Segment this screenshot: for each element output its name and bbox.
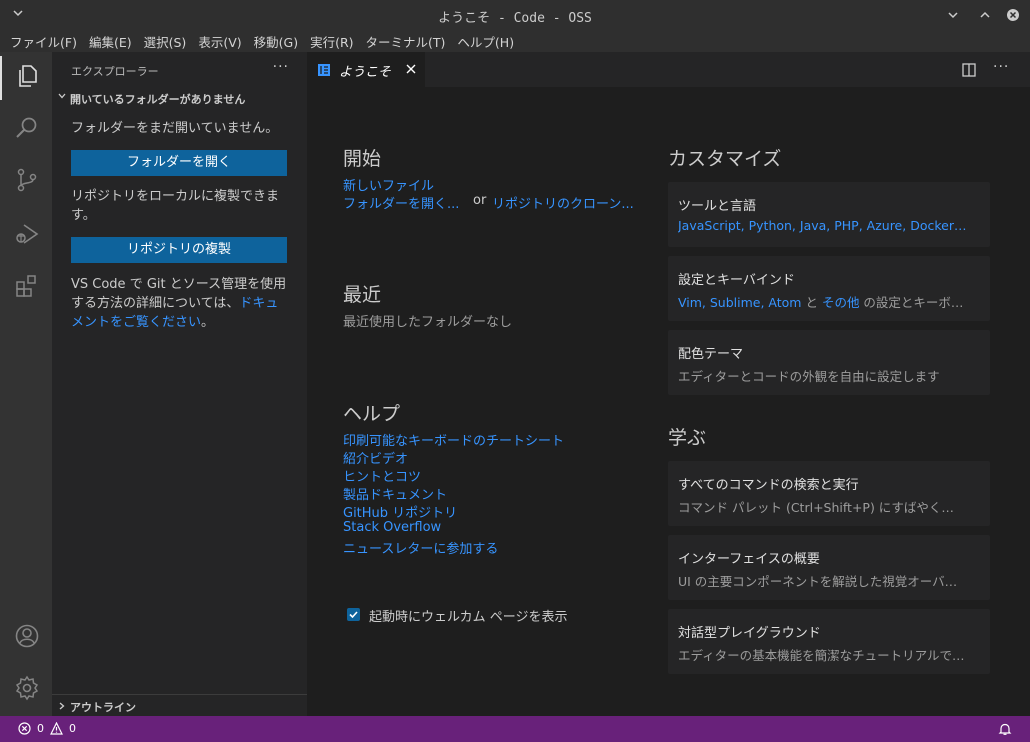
menu-help[interactable]: ヘルプ(H) (451, 30, 520, 52)
chevron-down-icon (58, 93, 66, 99)
newsletter-link[interactable]: ニュースレターに参加する (343, 538, 498, 557)
show-on-startup-checkbox[interactable] (347, 608, 360, 621)
menu-terminal[interactable]: ターミナル(T) (360, 30, 452, 52)
source-control-icon[interactable] (14, 167, 40, 193)
more-actions-icon[interactable]: ··· (273, 59, 289, 75)
tips-link[interactable]: ヒントとコツ (343, 466, 421, 485)
warning-count: 0 (69, 722, 76, 735)
title-bar: ようこそ - Code - OSS (0, 0, 1030, 30)
search-icon[interactable] (14, 115, 40, 141)
problems-indicator[interactable]: 0 0 (18, 722, 88, 736)
tab-label: ようこそ (339, 65, 392, 80)
menu-bar: ファイル(F) 編集(E) 選択(S) 表示(V) 移動(G) 実行(R) ター… (0, 30, 1030, 52)
close-window-icon[interactable] (1005, 7, 1021, 23)
card-tools-languages[interactable]: ツールと言語 JavaScript, Python, Java, PHP, Az… (668, 182, 990, 247)
outline-section-header[interactable]: アウトライン (52, 694, 307, 716)
customize-heading: カスタマイズ (668, 148, 782, 170)
close-tab-icon[interactable] (405, 63, 417, 75)
recent-heading: 最近 (343, 284, 382, 306)
error-icon (18, 722, 31, 735)
menu-run[interactable]: 実行(R) (304, 30, 359, 52)
menu-selection[interactable]: 選択(S) (138, 30, 193, 52)
card-interface-overview[interactable]: インターフェイスの概要 UI の主要コンポーネントを解説した視覚オーバ… (668, 535, 990, 600)
settings-gear-icon[interactable] (14, 675, 40, 701)
window-title: ようこそ - Code - OSS (438, 11, 592, 26)
learn-heading: 学ぶ (668, 427, 707, 449)
menu-view[interactable]: 表示(V) (192, 30, 247, 52)
account-icon[interactable] (14, 623, 40, 649)
no-folder-message: フォルダーをまだ開いていません。 (71, 121, 279, 136)
welcome-page: 開始 新しいファイル フォルダーを開く... or リポジトリのクローン... … (307, 87, 1030, 716)
menu-go[interactable]: 移動(G) (248, 30, 304, 52)
help-heading: ヘルプ (343, 403, 401, 425)
no-folder-section-header[interactable]: 開いているフォルダーがありません (52, 87, 307, 109)
run-debug-icon[interactable] (14, 221, 40, 247)
activity-bar (0, 52, 52, 716)
intro-video-link[interactable]: 紹介ビデオ (343, 448, 408, 467)
chevron-right-icon (59, 702, 65, 710)
outline-title: アウトライン (70, 701, 136, 714)
card-title: 設定とキーバインド (678, 273, 795, 288)
tab-welcome[interactable]: ようこそ (307, 52, 425, 87)
card-desc: エディターの基本機能を簡潔なチュートリアルで… (678, 648, 965, 663)
warning-icon (50, 722, 63, 735)
card-command-palette[interactable]: すべてのコマンドの検索と実行 コマンド パレット (Ctrl+Shift+P) … (668, 461, 990, 526)
error-count: 0 (37, 722, 44, 735)
open-folder-link[interactable]: フォルダーを開く... (343, 193, 459, 212)
more-keymaps-link[interactable]: その他 (822, 295, 860, 310)
new-file-link[interactable]: 新しいファイル (343, 175, 434, 194)
card-desc-rest: の設定とキーボ… (859, 295, 964, 310)
card-title: すべてのコマンドの検索と実行 (678, 478, 859, 493)
sidebar-header: エクスプローラー ··· (52, 52, 307, 87)
or-text: or (473, 193, 487, 208)
start-heading: 開始 (343, 148, 382, 170)
card-interactive-playground[interactable]: 対話型プレイグラウンド エディターの基本機能を簡潔なチュートリアルで… (668, 609, 990, 674)
product-docs-link[interactable]: 製品ドキュメント (343, 484, 447, 503)
explorer-sidebar: エクスプローラー ··· 開いているフォルダーがありません フォルダーをまだ開い… (52, 52, 307, 716)
split-editor-icon[interactable] (961, 62, 977, 78)
notifications-bell-icon[interactable] (998, 722, 1012, 736)
card-desc: Vim, Sublime, Atom と その他 の設定とキーボ… (678, 292, 980, 311)
clone-repository-link[interactable]: リポジトリのクローン... (492, 193, 634, 212)
git-docs-suffix: 。 (201, 315, 215, 330)
menu-edit[interactable]: 編集(E) (83, 30, 138, 52)
stack-overflow-link[interactable]: Stack Overflow (343, 520, 441, 535)
clone-message: リポジトリをローカルに複製できます。 (71, 189, 280, 223)
card-title: インターフェイスの概要 (678, 552, 820, 567)
keymap-links[interactable]: Vim, Sublime, Atom (678, 295, 801, 310)
github-repo-link[interactable]: GitHub リポジトリ (343, 502, 457, 521)
card-title: ツールと言語 (678, 199, 757, 214)
card-desc: コマンド パレット (Ctrl+Shift+P) にすばやく… (678, 500, 954, 515)
explorer-icon[interactable] (14, 63, 40, 89)
card-desc-and: と (801, 295, 822, 310)
editor-tab-bar: ようこそ ··· (307, 52, 1030, 87)
show-on-startup-label[interactable]: 起動時にウェルカム ページを表示 (369, 606, 567, 625)
status-bar: 0 0 (0, 716, 1030, 742)
git-docs-message: VS Code で Git とソース管理を使用する方法の詳細については、ドキュメ… (52, 275, 307, 332)
card-links[interactable]: JavaScript, Python, Java, PHP, Azure, Do… (678, 218, 980, 233)
active-indicator (0, 56, 2, 100)
section-title: 開いているフォルダーがありません (70, 93, 246, 106)
card-color-theme[interactable]: 配色テーマ エディターとコードの外観を自由に設定します (668, 330, 990, 395)
minimize-icon[interactable] (945, 7, 961, 23)
open-folder-button[interactable]: フォルダーを開く (71, 150, 287, 176)
restore-icon[interactable] (977, 7, 993, 23)
clone-repository-button[interactable]: リポジトリの複製 (71, 237, 287, 263)
welcome-page-icon (318, 64, 330, 76)
cheatsheet-link[interactable]: 印刷可能なキーボードのチートシート (343, 430, 564, 449)
card-desc: UI の主要コンポーネントを解説した視覚オーバ… (678, 574, 958, 589)
card-settings-keybindings[interactable]: 設定とキーバインド Vim, Sublime, Atom と その他 の設定とキ… (668, 256, 990, 321)
extensions-icon[interactable] (14, 273, 40, 299)
more-actions-icon[interactable]: ··· (993, 59, 1009, 75)
checkmark-icon (349, 611, 358, 619)
recent-empty-text: 最近使用したフォルダーなし (343, 315, 513, 330)
sidebar-title: エクスプローラー (71, 65, 159, 78)
menu-file[interactable]: ファイル(F) (4, 30, 83, 52)
card-title: 配色テーマ (678, 347, 744, 362)
card-title: 対話型プレイグラウンド (678, 626, 821, 641)
card-desc: エディターとコードの外観を自由に設定します (678, 369, 940, 384)
